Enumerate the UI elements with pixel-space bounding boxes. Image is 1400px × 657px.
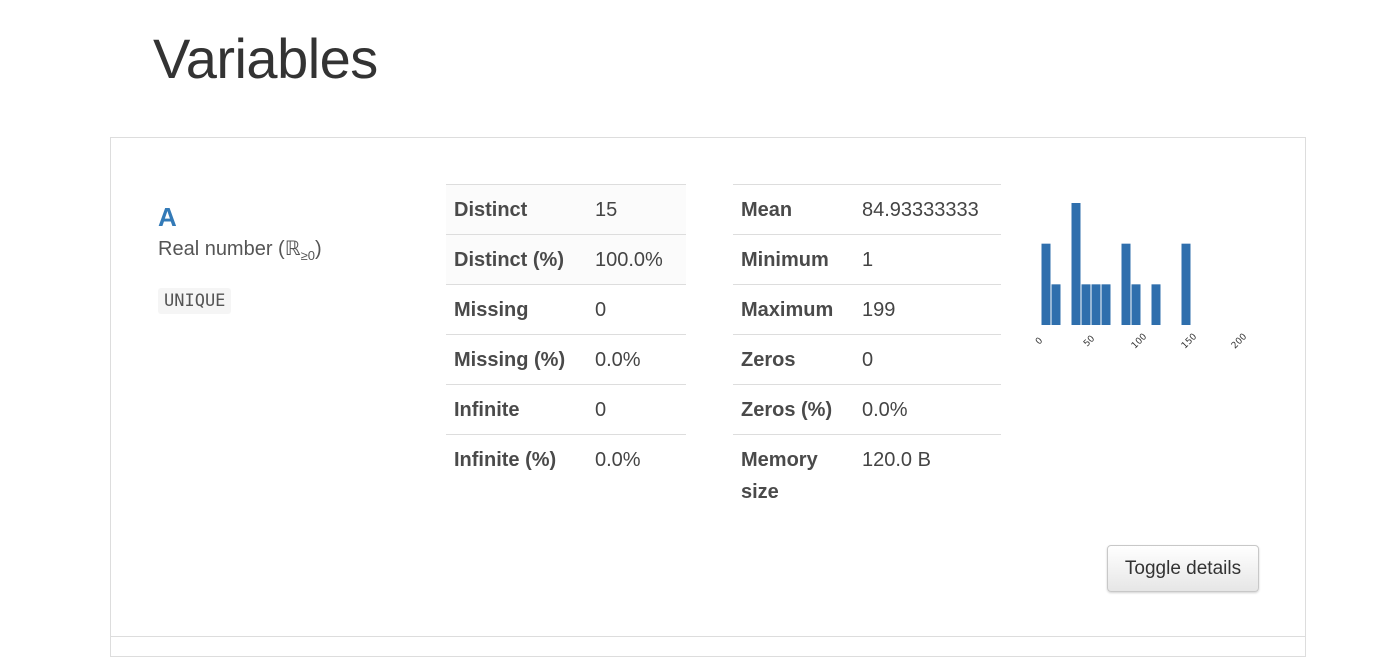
stats-row: Minimum 1 — [733, 234, 1001, 285]
stat-label: Distinct — [446, 184, 587, 235]
histogram-bar — [1121, 243, 1131, 325]
stats-row: Mean 84.93333333 — [733, 184, 1001, 235]
stat-value: 120.0 B — [854, 434, 1001, 516]
stats-row: Missing (%) 0.0% — [446, 334, 686, 385]
histogram-tick-label: 150 — [1180, 332, 1199, 351]
stat-label: Missing — [446, 284, 587, 335]
stat-label: Zeros (%) — [733, 384, 854, 435]
stat-value: 0.0% — [854, 384, 1001, 435]
panel-divider — [110, 636, 1306, 637]
unique-badge: UNIQUE — [158, 288, 232, 314]
stat-label: Distinct (%) — [446, 234, 587, 285]
histogram-tick-label: 0 — [1034, 336, 1045, 347]
histogram-bar — [1151, 284, 1161, 325]
stat-label: Zeros — [733, 334, 854, 385]
stat-value: 1 — [854, 234, 1001, 285]
histogram-bar — [1101, 284, 1111, 325]
stats-row: Infinite (%) 0.0% — [446, 434, 686, 484]
stat-label: Mean — [733, 184, 854, 235]
histogram-tick-label: 200 — [1230, 332, 1249, 351]
histogram-bar — [1071, 203, 1081, 325]
stat-label: Minimum — [733, 234, 854, 285]
histogram-tick-label: 50 — [1082, 334, 1097, 349]
stat-label: Infinite — [446, 384, 587, 435]
stats-table-right: Mean 84.93333333 Minimum 1 Maximum 199 Zero… — [733, 184, 1001, 516]
histogram-bar — [1041, 243, 1051, 325]
stats-row: Maximum 199 — [733, 284, 1001, 335]
histogram-chart: 0 50 100 150 200 — [1034, 203, 1249, 351]
variable-type: Real number (ℝ≥0) — [158, 236, 322, 263]
variable-panel: A Real number (ℝ≥0) UNIQUE Distinct 15 Di… — [110, 137, 1306, 657]
stat-label: Memory size — [733, 434, 854, 516]
stat-value: 100.0% — [587, 234, 686, 285]
variable-type-text: Real number (ℝ — [158, 238, 301, 260]
stat-label: Maximum — [733, 284, 854, 335]
stats-table-left: Distinct 15 Distinct (%) 100.0% Missing 0 M… — [446, 184, 686, 484]
stats-row: Distinct (%) 100.0% — [446, 234, 686, 285]
stat-label: Infinite (%) — [446, 434, 587, 484]
stats-row: Memory size 120.0 B — [733, 434, 1001, 516]
variable-name-link[interactable]: A — [158, 202, 177, 233]
stats-row: Distinct 15 — [446, 184, 686, 235]
histogram-bar — [1081, 284, 1091, 325]
variable-type-subscript: ≥0 — [300, 248, 315, 263]
stat-value: 84.93333333 — [854, 184, 1001, 235]
stat-value: 0 — [587, 284, 686, 335]
stats-row: Infinite 0 — [446, 384, 686, 435]
stat-value: 0 — [854, 334, 1001, 385]
stat-value: 0 — [587, 384, 686, 435]
histogram-bar — [1131, 284, 1141, 325]
stats-row: Missing 0 — [446, 284, 686, 335]
histogram-bar — [1181, 243, 1191, 325]
stat-value: 199 — [854, 284, 1001, 335]
variable-type-end: ) — [314, 238, 322, 260]
histogram-bar — [1091, 284, 1101, 325]
stats-row: Zeros 0 — [733, 334, 1001, 385]
stat-value: 0.0% — [587, 334, 686, 385]
histogram-tick-label: 100 — [1130, 332, 1149, 351]
stat-value: 15 — [587, 184, 686, 235]
page-title: Variables — [153, 27, 378, 90]
toggle-details-button[interactable]: Toggle details — [1107, 545, 1259, 592]
stat-value: 0.0% — [587, 434, 686, 484]
stats-row: Zeros (%) 0.0% — [733, 384, 1001, 435]
histogram-bar — [1051, 284, 1061, 325]
stat-label: Missing (%) — [446, 334, 587, 385]
